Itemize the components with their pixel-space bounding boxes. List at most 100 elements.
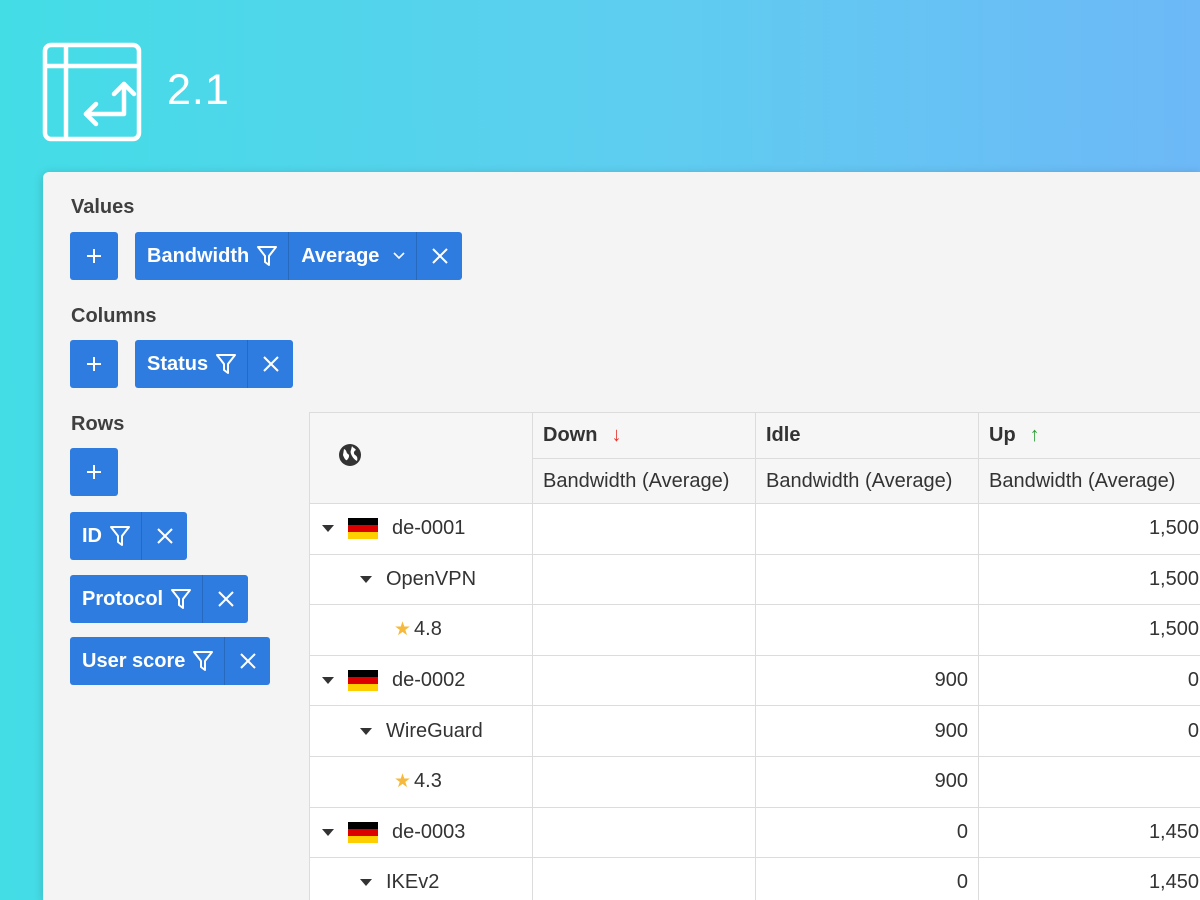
germany-flag-icon bbox=[348, 821, 378, 843]
value-cell-idle bbox=[755, 553, 979, 606]
star-icon: ★ bbox=[394, 771, 412, 793]
row-label-text: OpenVPN bbox=[386, 567, 477, 590]
remove-row-button[interactable] bbox=[224, 637, 270, 685]
filter-icon[interactable] bbox=[257, 245, 278, 267]
column-header-up[interactable]: Up ↑ bbox=[978, 412, 1200, 459]
table-row: de-0003 0 1,450 bbox=[309, 806, 1200, 859]
value-cell-down bbox=[532, 654, 756, 707]
row-header-cell: de-0001 bbox=[309, 503, 533, 555]
value-cell-idle: 900 bbox=[755, 705, 979, 757]
germany-flag-icon bbox=[348, 518, 378, 540]
row-label: ★ 4.3 bbox=[320, 770, 522, 793]
columns-section-label: Columns bbox=[71, 305, 157, 327]
chevron-down-icon bbox=[393, 252, 405, 260]
table-row: ★ 4.8 1,500 bbox=[309, 604, 1200, 656]
row-label: de-0003 bbox=[320, 821, 522, 844]
value-cell-down bbox=[532, 755, 756, 808]
row-label: ★ 4.8 bbox=[320, 618, 522, 641]
aggregation-dropdown[interactable]: Average bbox=[288, 232, 416, 280]
value-field-segment[interactable]: Bandwidth bbox=[135, 232, 288, 280]
column-field-label: Status bbox=[147, 352, 209, 375]
version-label: 2.1 bbox=[167, 66, 230, 114]
close-icon bbox=[240, 653, 256, 669]
row-label-text: de-0003 bbox=[392, 820, 466, 843]
status-label: Up bbox=[989, 424, 1016, 446]
grid-body: de-0001 1,500 OpenVPN 1,500 ★ 4.8 1,500 de-0002… bbox=[309, 503, 1200, 900]
filter-icon[interactable] bbox=[216, 353, 237, 375]
caret-down-icon[interactable] bbox=[360, 575, 372, 583]
value-field-label: Bandwidth bbox=[147, 244, 250, 267]
row-header-cell: ★ 4.8 bbox=[309, 604, 533, 656]
row-header-cell: OpenVPN bbox=[309, 553, 533, 606]
status-label: Down bbox=[543, 424, 598, 446]
caret-down-icon[interactable] bbox=[322, 828, 334, 836]
pivot-table-icon bbox=[42, 42, 142, 142]
row-field-segment[interactable]: User score bbox=[70, 637, 224, 685]
row-header-cell: IKEv2 bbox=[309, 857, 533, 900]
table-row: WireGuard 900 0 bbox=[309, 705, 1200, 757]
arrow-up-icon: ↑ bbox=[1029, 424, 1040, 446]
close-icon bbox=[217, 591, 234, 607]
plus-icon bbox=[87, 357, 101, 371]
plus-icon bbox=[87, 465, 101, 479]
add-row-button[interactable] bbox=[70, 448, 118, 496]
column-field-segment[interactable]: Status bbox=[135, 340, 247, 388]
row-header-cell: WireGuard bbox=[309, 705, 533, 757]
close-icon bbox=[156, 528, 173, 544]
value-cell-down bbox=[532, 806, 756, 859]
filter-icon[interactable] bbox=[171, 588, 192, 610]
row-field-label: Protocol bbox=[82, 587, 164, 610]
value-cell-idle: 900 bbox=[755, 654, 979, 707]
globe-icon bbox=[339, 444, 361, 466]
row-header-cell: ★ 4.3 bbox=[309, 755, 533, 808]
value-chip-bandwidth: Bandwidth Average bbox=[135, 232, 463, 280]
add-column-button[interactable] bbox=[70, 340, 118, 388]
value-cell-down bbox=[532, 553, 756, 606]
value-cell-down bbox=[532, 857, 756, 900]
row-label-text: 4.8 bbox=[414, 618, 442, 641]
filter-icon[interactable] bbox=[110, 525, 130, 547]
row-label: de-0001 bbox=[320, 517, 522, 540]
value-cell-up: 1,450 bbox=[978, 857, 1200, 900]
remove-row-button[interactable] bbox=[141, 512, 187, 560]
column-chip-status: Status bbox=[135, 340, 294, 388]
value-cell-up: 0 bbox=[978, 654, 1200, 707]
value-cell-idle: 0 bbox=[755, 857, 979, 900]
remove-row-button[interactable] bbox=[202, 575, 248, 623]
value-cell-up bbox=[978, 755, 1200, 808]
remove-value-button[interactable] bbox=[416, 232, 462, 280]
filter-icon[interactable] bbox=[193, 650, 214, 672]
close-icon bbox=[432, 248, 448, 264]
rows-section-label: Rows bbox=[71, 413, 125, 435]
table-row: OpenVPN 1,500 bbox=[309, 553, 1200, 606]
column-header-down[interactable]: Down ↓ bbox=[532, 412, 756, 459]
value-cell-down bbox=[532, 503, 756, 555]
caret-down-icon[interactable] bbox=[360, 727, 372, 735]
row-field-label: User score bbox=[82, 649, 186, 672]
row-label-text: de-0001 bbox=[392, 517, 466, 540]
remove-column-button[interactable] bbox=[247, 340, 293, 388]
caret-down-icon[interactable] bbox=[322, 677, 334, 685]
row-field-segment[interactable]: ID bbox=[70, 512, 141, 560]
value-cell-idle bbox=[755, 604, 979, 656]
column-header-idle[interactable]: Idle bbox=[755, 412, 979, 459]
add-value-button[interactable] bbox=[70, 232, 118, 280]
row-chip-user-score: User score bbox=[70, 637, 271, 685]
measure-header: Bandwidth (Average) bbox=[978, 458, 1200, 504]
row-chip-protocol: Protocol bbox=[70, 575, 249, 623]
caret-down-icon[interactable] bbox=[360, 879, 372, 887]
row-label-text: WireGuard bbox=[386, 719, 483, 742]
row-label: IKEv2 bbox=[320, 871, 522, 894]
row-field-segment[interactable]: Protocol bbox=[70, 575, 202, 623]
table-row: de-0001 1,500 bbox=[309, 503, 1200, 555]
arrow-down-icon: ↓ bbox=[611, 424, 622, 446]
pivot-grid: Down ↓ Idle Up ↑ Bandwidth (Average) Bandw… bbox=[309, 412, 1200, 900]
row-header-cell: de-0003 bbox=[309, 806, 533, 859]
caret-down-icon[interactable] bbox=[322, 525, 334, 533]
grid-corner-cell bbox=[309, 412, 533, 504]
row-field-label: ID bbox=[82, 524, 102, 547]
pivot-panel: Values Bandwidth Average Columns Status … bbox=[43, 172, 1200, 900]
table-row: IKEv2 0 1,450 bbox=[309, 857, 1200, 900]
value-cell-up: 1,500 bbox=[978, 604, 1200, 656]
value-cell-up: 1,500 bbox=[978, 503, 1200, 555]
